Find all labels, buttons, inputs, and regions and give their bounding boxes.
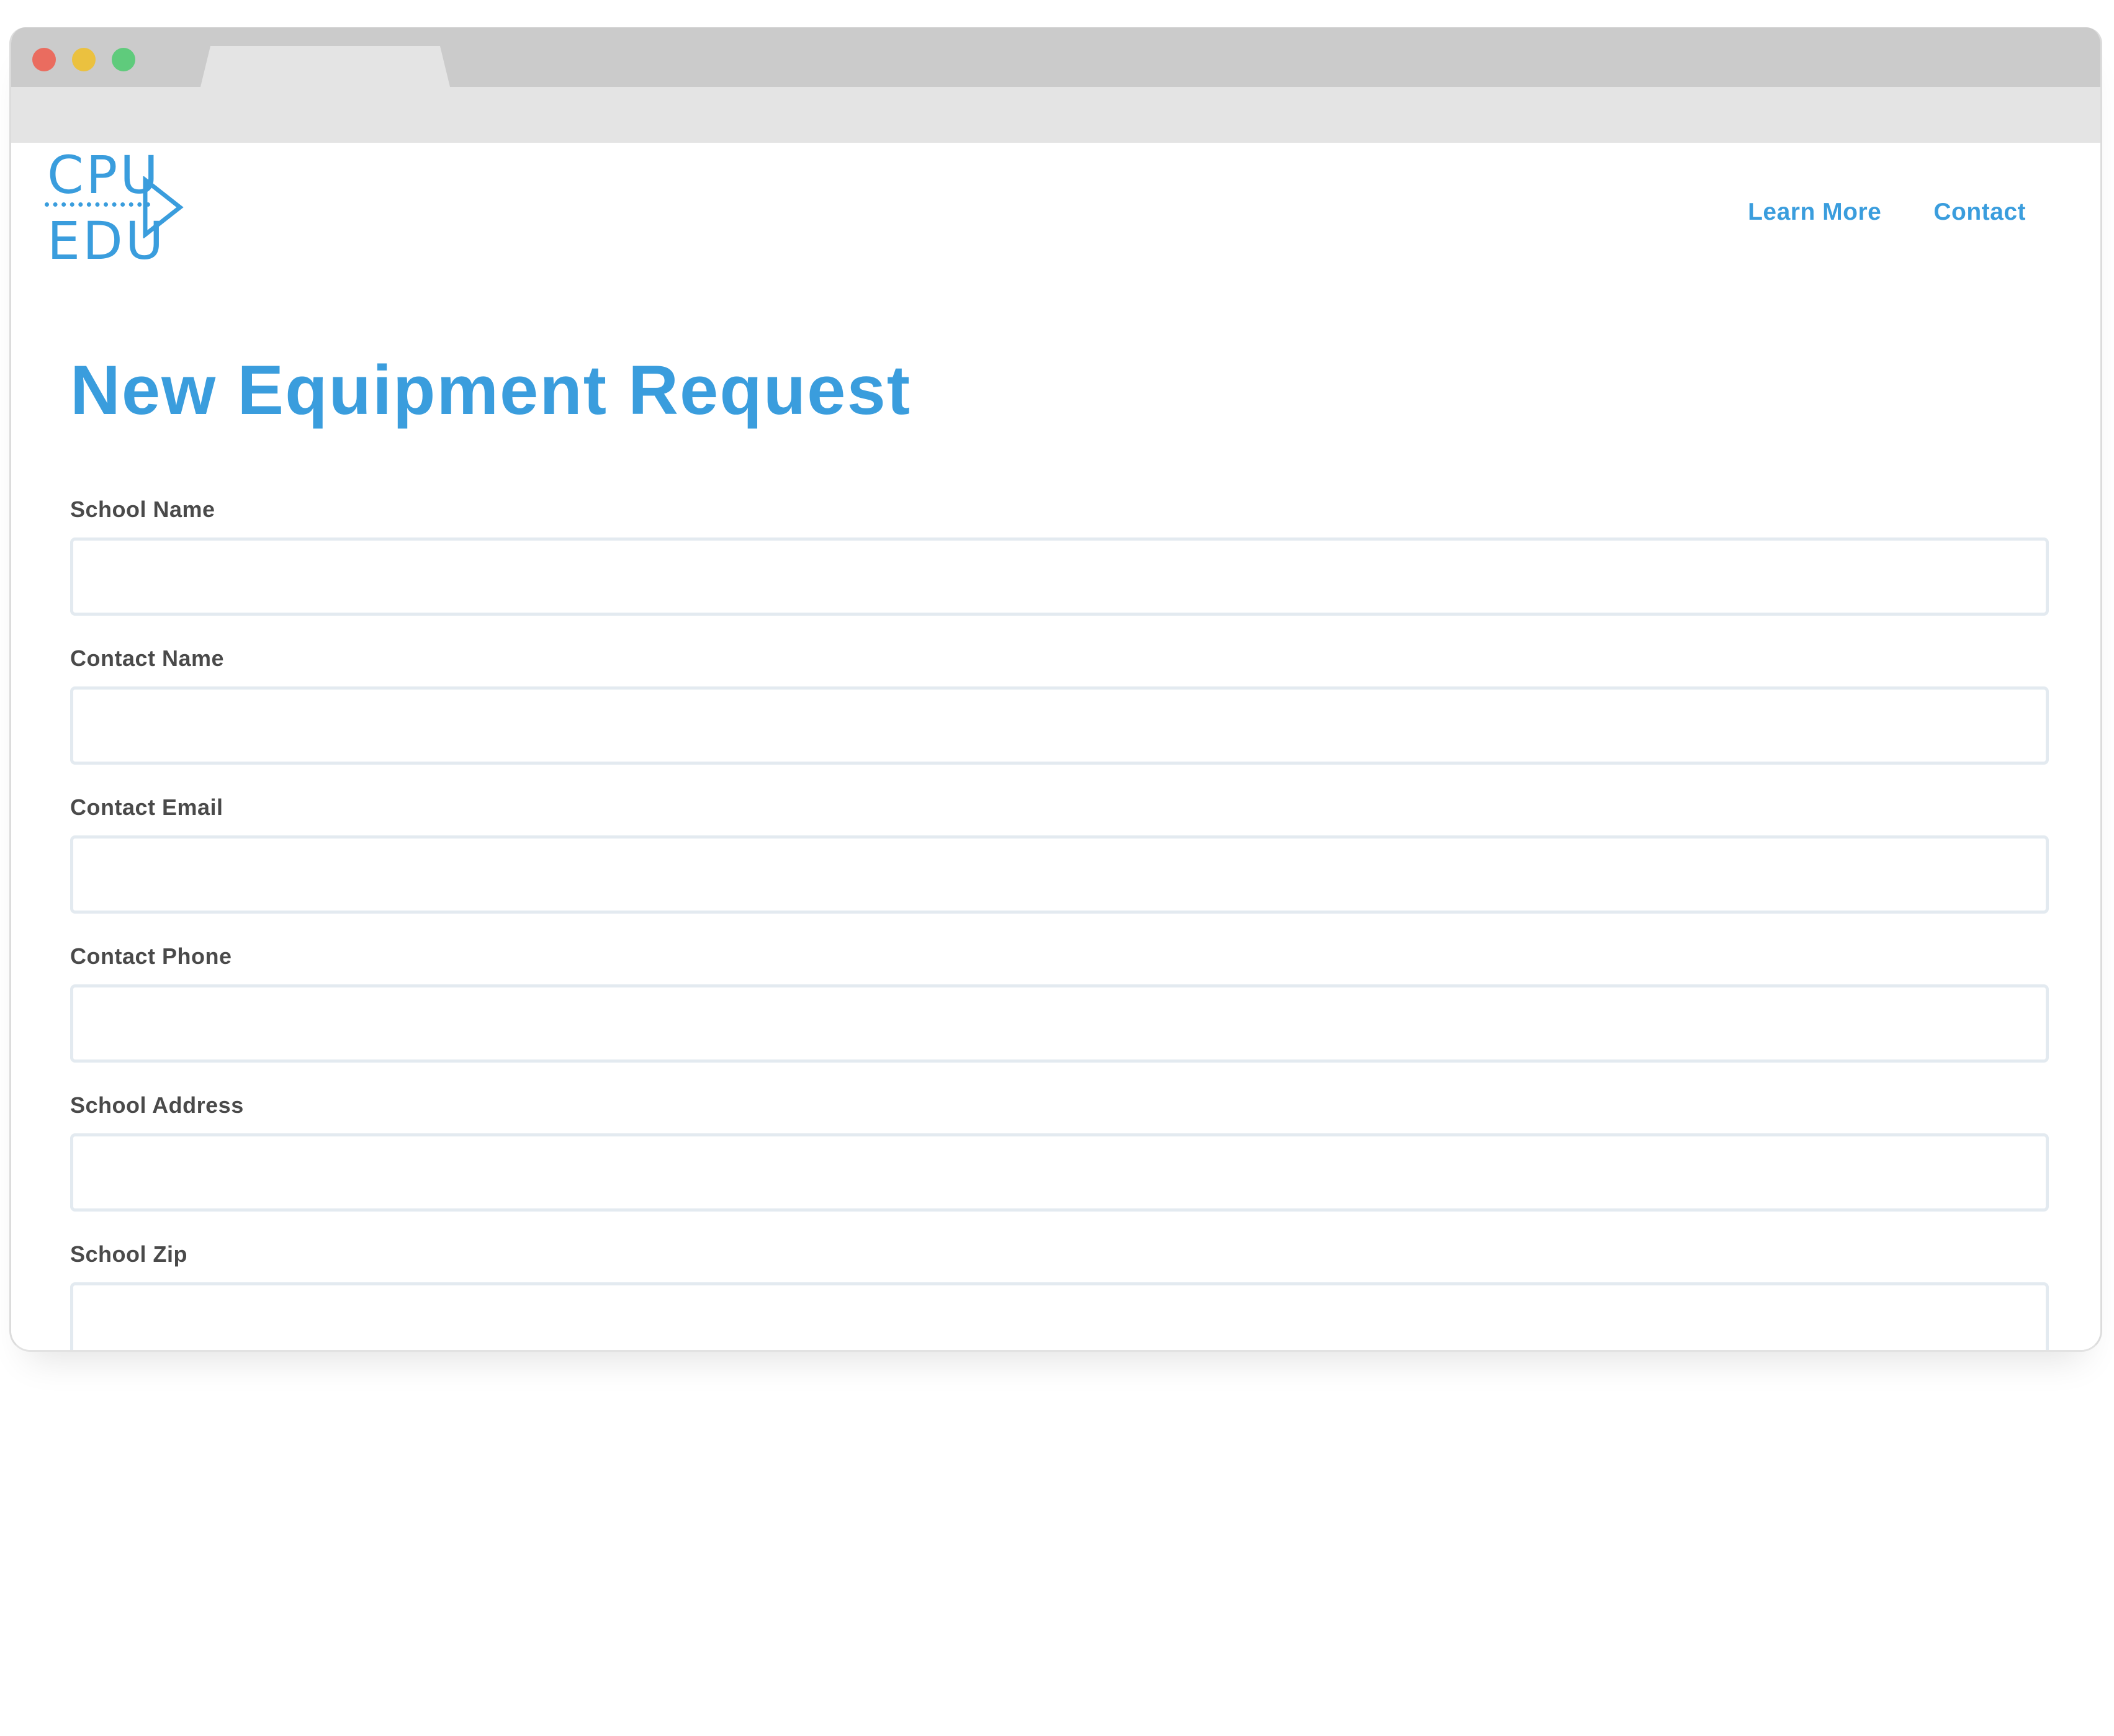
contact-phone-label: Contact Phone [70,943,232,969]
contact-name-input[interactable] [70,686,2049,765]
page-title: New Equipment Request [70,351,912,429]
school-name-label: School Name [70,497,215,522]
contact-email-label: Contact Email [70,794,223,820]
close-window-button[interactable] [32,48,56,71]
browser-window: CPU EDU Learn More Contact New Equipment… [9,27,2102,1352]
nav-contact-link[interactable]: Contact [1933,199,2026,226]
school-zip-input[interactable] [70,1282,2049,1350]
contact-name-label: Contact Name [70,645,225,671]
contact-phone-input[interactable] [70,984,2049,1063]
contact-email-input[interactable] [70,835,2049,914]
browser-tab[interactable] [200,46,450,87]
school-address-label: School Address [70,1092,244,1118]
logo-dotted-line [45,202,150,207]
cpu-edu-logo[interactable]: CPU EDU [36,148,185,267]
logo-arrow-icon [143,176,184,238]
nav-learn-more-link[interactable]: Learn More [1748,199,1881,226]
minimize-window-button[interactable] [72,48,96,71]
top-nav: Learn More Contact [1748,199,2026,226]
browser-titlebar [11,27,2100,87]
school-name-input[interactable] [70,537,2049,616]
school-zip-label: School Zip [70,1241,187,1267]
browser-toolbar [11,87,2100,143]
school-address-input[interactable] [70,1133,2049,1212]
maximize-window-button[interactable] [112,48,135,71]
page-content: CPU EDU Learn More Contact New Equipment… [11,143,2100,1350]
